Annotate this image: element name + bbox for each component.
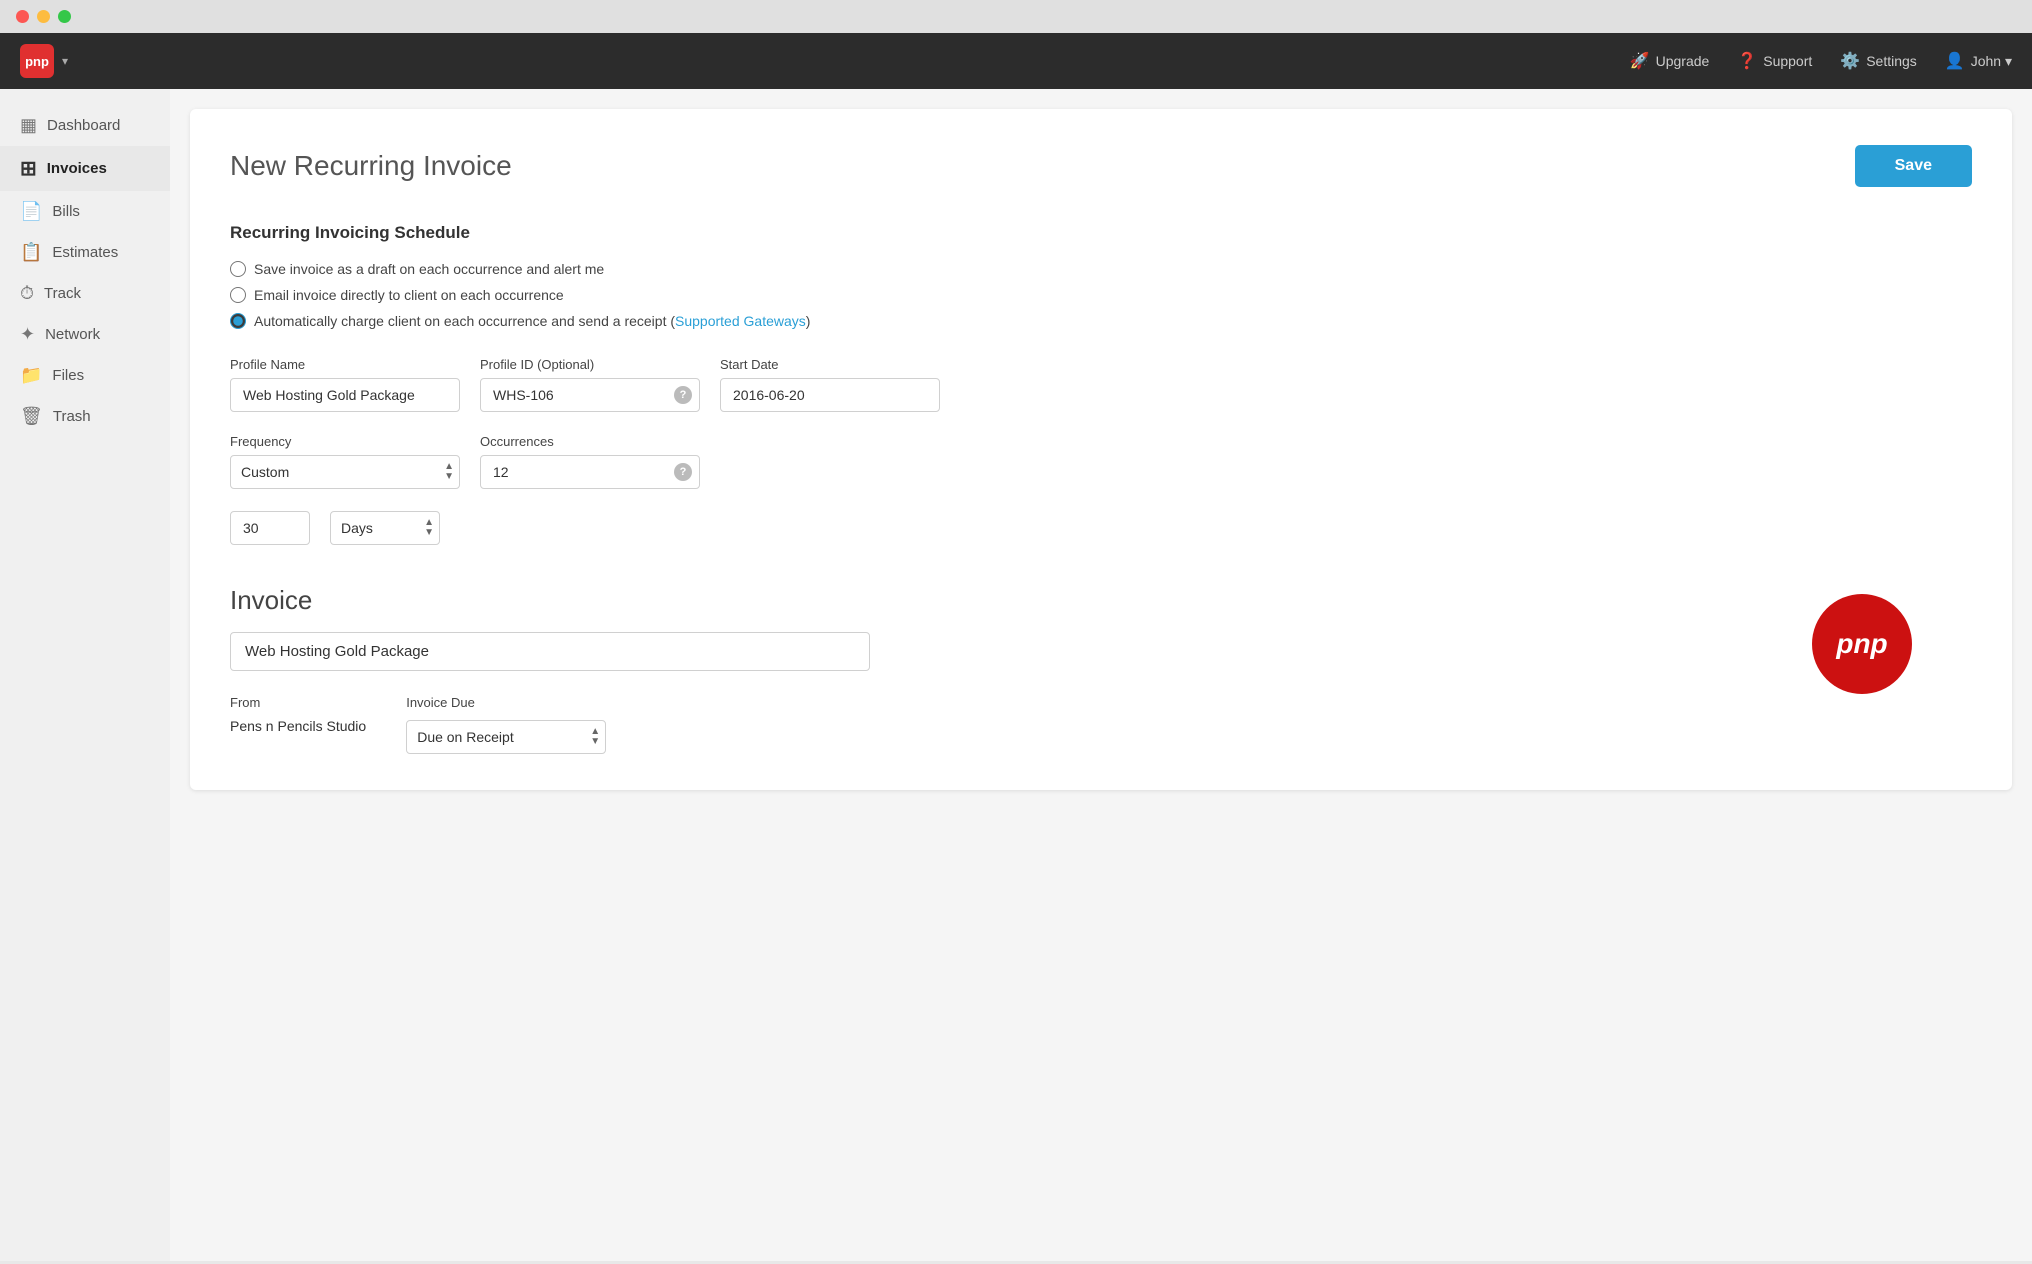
custom-frequency-row: Days Weeks Months ▲▼ — [230, 511, 1972, 545]
radio-email-label: Email invoice directly to client on each… — [254, 287, 564, 303]
interval-unit-select[interactable]: Days Weeks Months — [330, 511, 440, 545]
start-date-input[interactable] — [720, 378, 940, 412]
save-button[interactable]: Save — [1855, 145, 1972, 187]
network-icon: ✦ — [20, 324, 35, 345]
profile-id-help-icon[interactable]: ? — [674, 386, 692, 404]
frequency-select[interactable]: Custom Daily Weekly Monthly Yearly — [230, 455, 460, 489]
invoice-due-wrapper: Due on Receipt Net 15 Net 30 Net 60 Cust… — [406, 720, 606, 754]
form-row-2: Frequency Custom Daily Weekly Monthly Ye… — [230, 434, 1972, 489]
occurrences-help-icon[interactable]: ? — [674, 463, 692, 481]
minimize-button[interactable] — [37, 10, 50, 23]
invoice-name-input[interactable] — [230, 632, 870, 671]
trash-icon: 🗑 — [20, 406, 43, 427]
occurrences-input[interactable] — [480, 455, 700, 489]
sidebar-item-bills[interactable]: 📄 Bills — [0, 191, 170, 232]
window-chrome — [0, 0, 2032, 33]
occurrences-input-wrapper: ? — [480, 455, 700, 489]
app-logo: pnp — [20, 44, 54, 78]
top-nav: pnp ▾ 🚀 Upgrade ❓ Support ⚙️ Settings 👤 … — [0, 33, 2032, 89]
interval-unit-wrapper: Days Weeks Months ▲▼ — [330, 511, 440, 545]
recurring-schedule-section: Recurring Invoicing Schedule Save invoic… — [230, 223, 1972, 545]
profile-name-label: Profile Name — [230, 357, 460, 372]
sidebar-item-dashboard[interactable]: ▦ Dashboard — [0, 105, 170, 146]
maximize-button[interactable] — [58, 10, 71, 23]
nav-upgrade[interactable]: 🚀 Upgrade — [1630, 51, 1710, 71]
profile-id-input[interactable] — [480, 378, 700, 412]
profile-id-label: Profile ID (Optional) — [480, 357, 700, 372]
nav-settings[interactable]: ⚙️ Settings — [1840, 51, 1917, 71]
invoice-section-title: Invoice — [230, 585, 1972, 616]
invoice-due-group: Invoice Due Due on Receipt Net 15 Net 30… — [406, 695, 606, 754]
settings-icon: ⚙️ — [1840, 51, 1860, 71]
page-title: New Recurring Invoice — [230, 150, 512, 182]
radio-email[interactable]: Email invoice directly to client on each… — [230, 287, 1972, 303]
occurrences-group: Occurrences ? — [480, 434, 700, 489]
occurrences-label: Occurrences — [480, 434, 700, 449]
logo-chevron-icon[interactable]: ▾ — [62, 54, 68, 68]
from-label: From — [230, 695, 366, 710]
estimates-icon: 📋 — [20, 242, 42, 263]
upgrade-icon: 🚀 — [1630, 51, 1650, 71]
sidebar-item-invoices[interactable]: ⊞ Invoices — [0, 146, 170, 191]
profile-id-input-wrapper: ? — [480, 378, 700, 412]
invoices-icon: ⊞ — [20, 156, 37, 181]
custom-interval-input[interactable] — [230, 511, 310, 545]
dashboard-icon: ▦ — [20, 115, 37, 136]
radio-auto-input[interactable] — [230, 313, 246, 329]
invoice-due-label: Invoice Due — [406, 695, 606, 710]
start-date-label: Start Date — [720, 357, 940, 372]
files-icon: 📁 — [20, 365, 42, 386]
nav-logo-area: pnp ▾ — [20, 44, 68, 78]
close-button[interactable] — [16, 10, 29, 23]
sidebar: ▦ Dashboard ⊞ Invoices 📄 Bills 📋 Estimat… — [0, 89, 170, 1261]
bills-icon: 📄 — [20, 201, 42, 222]
nav-support[interactable]: ❓ Support — [1737, 51, 1812, 71]
supported-gateways-link[interactable]: Supported Gateways — [675, 313, 806, 329]
profile-name-group: Profile Name — [230, 357, 460, 412]
radio-email-input[interactable] — [230, 287, 246, 303]
radio-draft-label: Save invoice as a draft on each occurren… — [254, 261, 604, 277]
support-icon: ❓ — [1737, 51, 1757, 71]
invoice-from-due-row: From Pens n Pencils Studio Invoice Due D… — [230, 695, 1972, 754]
logo-circle: pnp — [1812, 594, 1912, 694]
radio-auto-label: Automatically charge client on each occu… — [254, 313, 810, 329]
profile-id-group: Profile ID (Optional) ? — [480, 357, 700, 412]
radio-draft[interactable]: Save invoice as a draft on each occurren… — [230, 261, 1972, 277]
invoice-from-group: From Pens n Pencils Studio — [230, 695, 366, 734]
track-icon: ⏱ — [20, 283, 34, 304]
sidebar-item-trash[interactable]: 🗑 Trash — [0, 396, 170, 437]
form-row-1: Profile Name Profile ID (Optional) ? Sta… — [230, 357, 1972, 412]
frequency-label: Frequency — [230, 434, 460, 449]
user-icon: 👤 — [1945, 51, 1965, 71]
invoice-section: Invoice From Pens n Pencils Studio Invoi… — [230, 585, 1972, 754]
frequency-select-wrapper: Custom Daily Weekly Monthly Yearly ▲▼ — [230, 455, 460, 489]
app-layout: ▦ Dashboard ⊞ Invoices 📄 Bills 📋 Estimat… — [0, 89, 2032, 1261]
from-name: Pens n Pencils Studio — [230, 718, 366, 734]
invoice-due-select[interactable]: Due on Receipt Net 15 Net 30 Net 60 Cust… — [406, 720, 606, 754]
content-card: New Recurring Invoice Save Recurring Inv… — [190, 109, 2012, 790]
page-header: New Recurring Invoice Save — [230, 145, 1972, 187]
sidebar-item-track[interactable]: ⏱ Track — [0, 273, 170, 314]
sidebar-item-files[interactable]: 📁 Files — [0, 355, 170, 396]
sidebar-item-network[interactable]: ✦ Network — [0, 314, 170, 355]
profile-name-input[interactable] — [230, 378, 460, 412]
radio-auto[interactable]: Automatically charge client on each occu… — [230, 313, 1972, 329]
sidebar-item-estimates[interactable]: 📋 Estimates — [0, 232, 170, 273]
nav-user[interactable]: 👤 John ▾ — [1945, 51, 2012, 71]
radio-group: Save invoice as a draft on each occurren… — [230, 261, 1972, 329]
radio-draft-input[interactable] — [230, 261, 246, 277]
nav-right-items: 🚀 Upgrade ❓ Support ⚙️ Settings 👤 John ▾ — [1630, 51, 2012, 71]
logo-watermark: pnp — [1812, 594, 1912, 694]
frequency-group: Frequency Custom Daily Weekly Monthly Ye… — [230, 434, 460, 489]
recurring-section-title: Recurring Invoicing Schedule — [230, 223, 1972, 243]
start-date-group: Start Date — [720, 357, 940, 412]
main-content: New Recurring Invoice Save Recurring Inv… — [170, 89, 2032, 1261]
